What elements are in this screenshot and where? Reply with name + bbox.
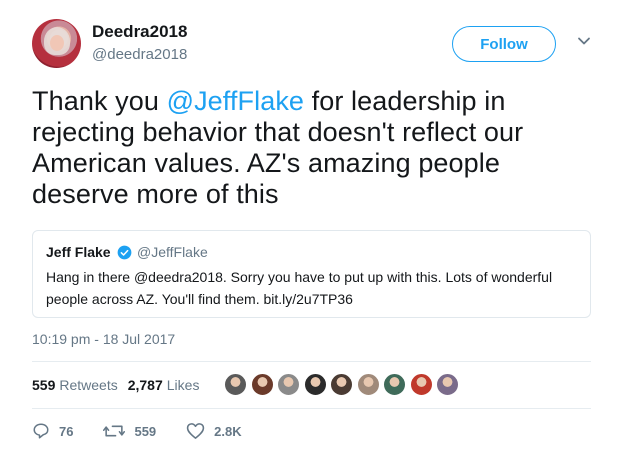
verified-badge-icon [117, 245, 132, 260]
chevron-down-icon[interactable] [577, 34, 591, 48]
retweet-button[interactable]: 559 [103, 422, 156, 440]
liker-avatar[interactable] [303, 373, 327, 396]
divider [32, 408, 591, 409]
retweet-count: 559 [134, 423, 157, 439]
liker-avatar[interactable] [330, 373, 353, 396]
quoted-tweet[interactable]: Jeff Flake @JeffFlake Hang in there @dee… [32, 230, 591, 318]
like-button[interactable]: 2.8K [186, 422, 242, 440]
reply-icon [33, 423, 49, 439]
liker-avatars [224, 373, 463, 396]
tweet-text: Thank you @JeffFlake for leadership in r… [32, 86, 592, 210]
likes-count: 2,787 [127, 377, 163, 393]
avatar-face [50, 35, 64, 51]
display-name[interactable]: Deedra2018 [92, 22, 187, 42]
likes-stat[interactable]: 2,787 Likes [128, 377, 200, 393]
reply-count: 76 [59, 423, 74, 439]
avatar[interactable] [32, 19, 81, 68]
liker-avatar[interactable] [277, 373, 300, 396]
retweets-count: 559 [32, 377, 56, 393]
liker-avatar[interactable] [250, 373, 274, 396]
follow-button[interactable]: Follow [452, 26, 556, 62]
mention-link[interactable]: @JeffFlake [167, 86, 304, 116]
like-count: 2.8K [214, 423, 242, 439]
liker-avatar[interactable] [409, 373, 433, 396]
liker-avatar[interactable] [436, 373, 459, 396]
timestamp[interactable]: 10:19 pm - 18 Jul 2017 [32, 331, 175, 347]
quoted-tweet-handle: @JeffFlake [137, 244, 208, 260]
retweets-label: Retweets [59, 377, 118, 393]
liker-avatar[interactable] [224, 373, 247, 396]
user-handle[interactable]: @deedra2018 [92, 46, 187, 63]
divider [32, 361, 591, 362]
retweets-stat[interactable]: 559 Retweets [32, 377, 118, 393]
liker-avatar[interactable] [383, 373, 406, 396]
engagement-stats: 559 Retweets 2,787 Likes [32, 377, 209, 393]
liker-avatar[interactable] [356, 373, 380, 396]
likes-label: Likes [166, 377, 200, 393]
quoted-tweet-name: Jeff Flake [46, 244, 111, 260]
tweet-text-start: Thank you [32, 86, 167, 116]
tweet-card: Deedra2018 @deedra2018 Follow Thank you … [0, 0, 624, 451]
heart-icon [186, 423, 205, 439]
reply-button[interactable]: 76 [32, 422, 73, 440]
quoted-tweet-text: Hang in there @deedra2018. Sorry you hav… [46, 269, 553, 307]
tweet-actions: 76 559 2.8K [32, 422, 272, 440]
retweet-icon [103, 425, 126, 437]
